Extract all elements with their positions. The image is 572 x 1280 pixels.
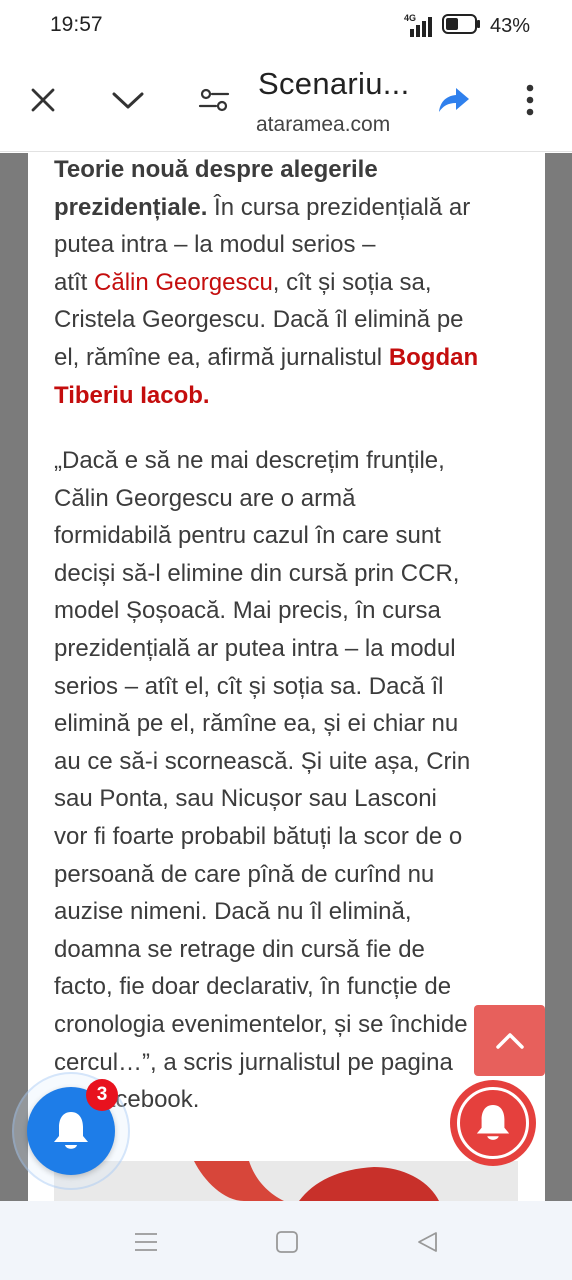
share-icon[interactable] xyxy=(436,82,472,118)
network-type: 4G xyxy=(403,12,416,23)
scroll-to-top-button[interactable] xyxy=(474,1005,545,1076)
page-title[interactable]: Scenariu... xyxy=(258,66,410,102)
paragraph-line: serios – atît el, cît și soția sa. Dacă … xyxy=(54,672,444,700)
chevron-down-icon[interactable] xyxy=(110,82,146,118)
paragraph-line: cronologia evenimentelor, și se închide xyxy=(54,1010,468,1038)
paragraph-line: deciși să-l elimine din cursă prin CCR, xyxy=(54,559,460,587)
paragraph-line: Călin Georgescu are o armă xyxy=(54,484,356,512)
paragraph-line: model Șoșoacă. Mai precis, în cursa xyxy=(54,597,441,625)
article-paragraph-quote: „Dacă e să ne mai descrețim frunțile, Căl… xyxy=(54,442,534,1119)
article-paragraph-intro: Teorie nouă despre alegerile prezidenția… xyxy=(54,153,534,414)
push-subscribe-ring xyxy=(457,1087,529,1159)
close-icon[interactable] xyxy=(25,82,61,118)
signal-icon: 4G xyxy=(403,12,434,39)
paragraph-line: facto, fie doar declarativ, în funcție d… xyxy=(54,973,452,1001)
paragraph-line: cercul…”, a scris jurnalistul pe pagina xyxy=(54,1048,453,1076)
more-vert-icon[interactable] xyxy=(512,82,548,118)
status-time: 19:57 xyxy=(50,13,103,36)
page-info-icon[interactable] xyxy=(196,82,232,118)
paragraph-text: atît xyxy=(54,268,95,296)
paragraph-text: putea intra – la modul serios – xyxy=(54,231,376,259)
home-square-icon[interactable] xyxy=(272,1227,302,1257)
link-calin-georgescu[interactable]: Călin Georgescu xyxy=(94,269,273,296)
status-bar: 19:57 4G 43% xyxy=(0,0,572,52)
article-body: Teorie nouă despre alegerile prezidenția… xyxy=(28,153,545,1201)
paragraph-text: , cît și soția sa, xyxy=(272,268,432,296)
link-bogdan-tiberiu-iacob[interactable]: Bogdan xyxy=(389,344,478,371)
paragraph-line: formidabilă pentru cazul în care sunt xyxy=(54,522,441,550)
paragraph-line: au ce să-i scornească. Și uite așa, Crin xyxy=(54,747,471,775)
page-domain[interactable]: ataramea.com xyxy=(256,113,390,137)
menu-icon[interactable] xyxy=(131,1227,161,1257)
paragraph-line: elimină pe el, rămîne ea, și ei chiar nu xyxy=(54,710,459,738)
paragraph-line: persoană de care pînă de curînd nu xyxy=(54,860,435,888)
article-image xyxy=(54,1161,518,1201)
paragraph-text: Cristela Georgescu. Dacă îl elimină pe xyxy=(54,306,464,334)
notification-count-badge: 3 xyxy=(86,1079,118,1111)
lead-bold-text: Teorie nouă despre alegerile xyxy=(54,156,378,183)
paragraph-line: sau Ponta, sau Nicușor sau Lasconi xyxy=(54,785,437,813)
paragraph-line: vor fi foarte probabil bătuți la scor de… xyxy=(54,822,463,850)
page-margin-right xyxy=(545,153,572,1201)
paragraph-text: În cursa prezidențială ar xyxy=(207,193,471,221)
paragraph-line: „Dacă e să ne mai descrețim frunțile, xyxy=(54,447,445,474)
status-indicators: 4G 43% xyxy=(404,13,530,40)
push-subscribe-button[interactable] xyxy=(450,1080,536,1166)
paragraph-line: doamna se retrage din cursă fie de xyxy=(54,935,425,963)
back-triangle-icon[interactable] xyxy=(412,1227,442,1257)
chevron-up-icon xyxy=(495,1032,524,1049)
browser-toolbar: Scenariu... ataramea.com xyxy=(0,52,572,152)
battery-percent: 43% xyxy=(489,15,530,37)
paragraph-line: prezidențială ar putea intra – la modul xyxy=(54,634,456,662)
link-bogdan-tiberiu-iacob[interactable]: Tiberiu Iacob. xyxy=(54,382,210,409)
paragraph-text: el, rămîne ea, afirmă jurnalistul xyxy=(54,343,389,371)
bell-icon xyxy=(476,1104,510,1140)
battery-icon xyxy=(441,13,482,40)
page-margin-left xyxy=(0,153,28,1201)
system-nav-bar xyxy=(0,1201,572,1280)
lead-bold-text: prezidențiale. xyxy=(54,193,208,221)
bell-icon xyxy=(54,1112,88,1149)
paragraph-line: auzise nimeni. Dacă nu îl elimină, xyxy=(54,898,412,926)
